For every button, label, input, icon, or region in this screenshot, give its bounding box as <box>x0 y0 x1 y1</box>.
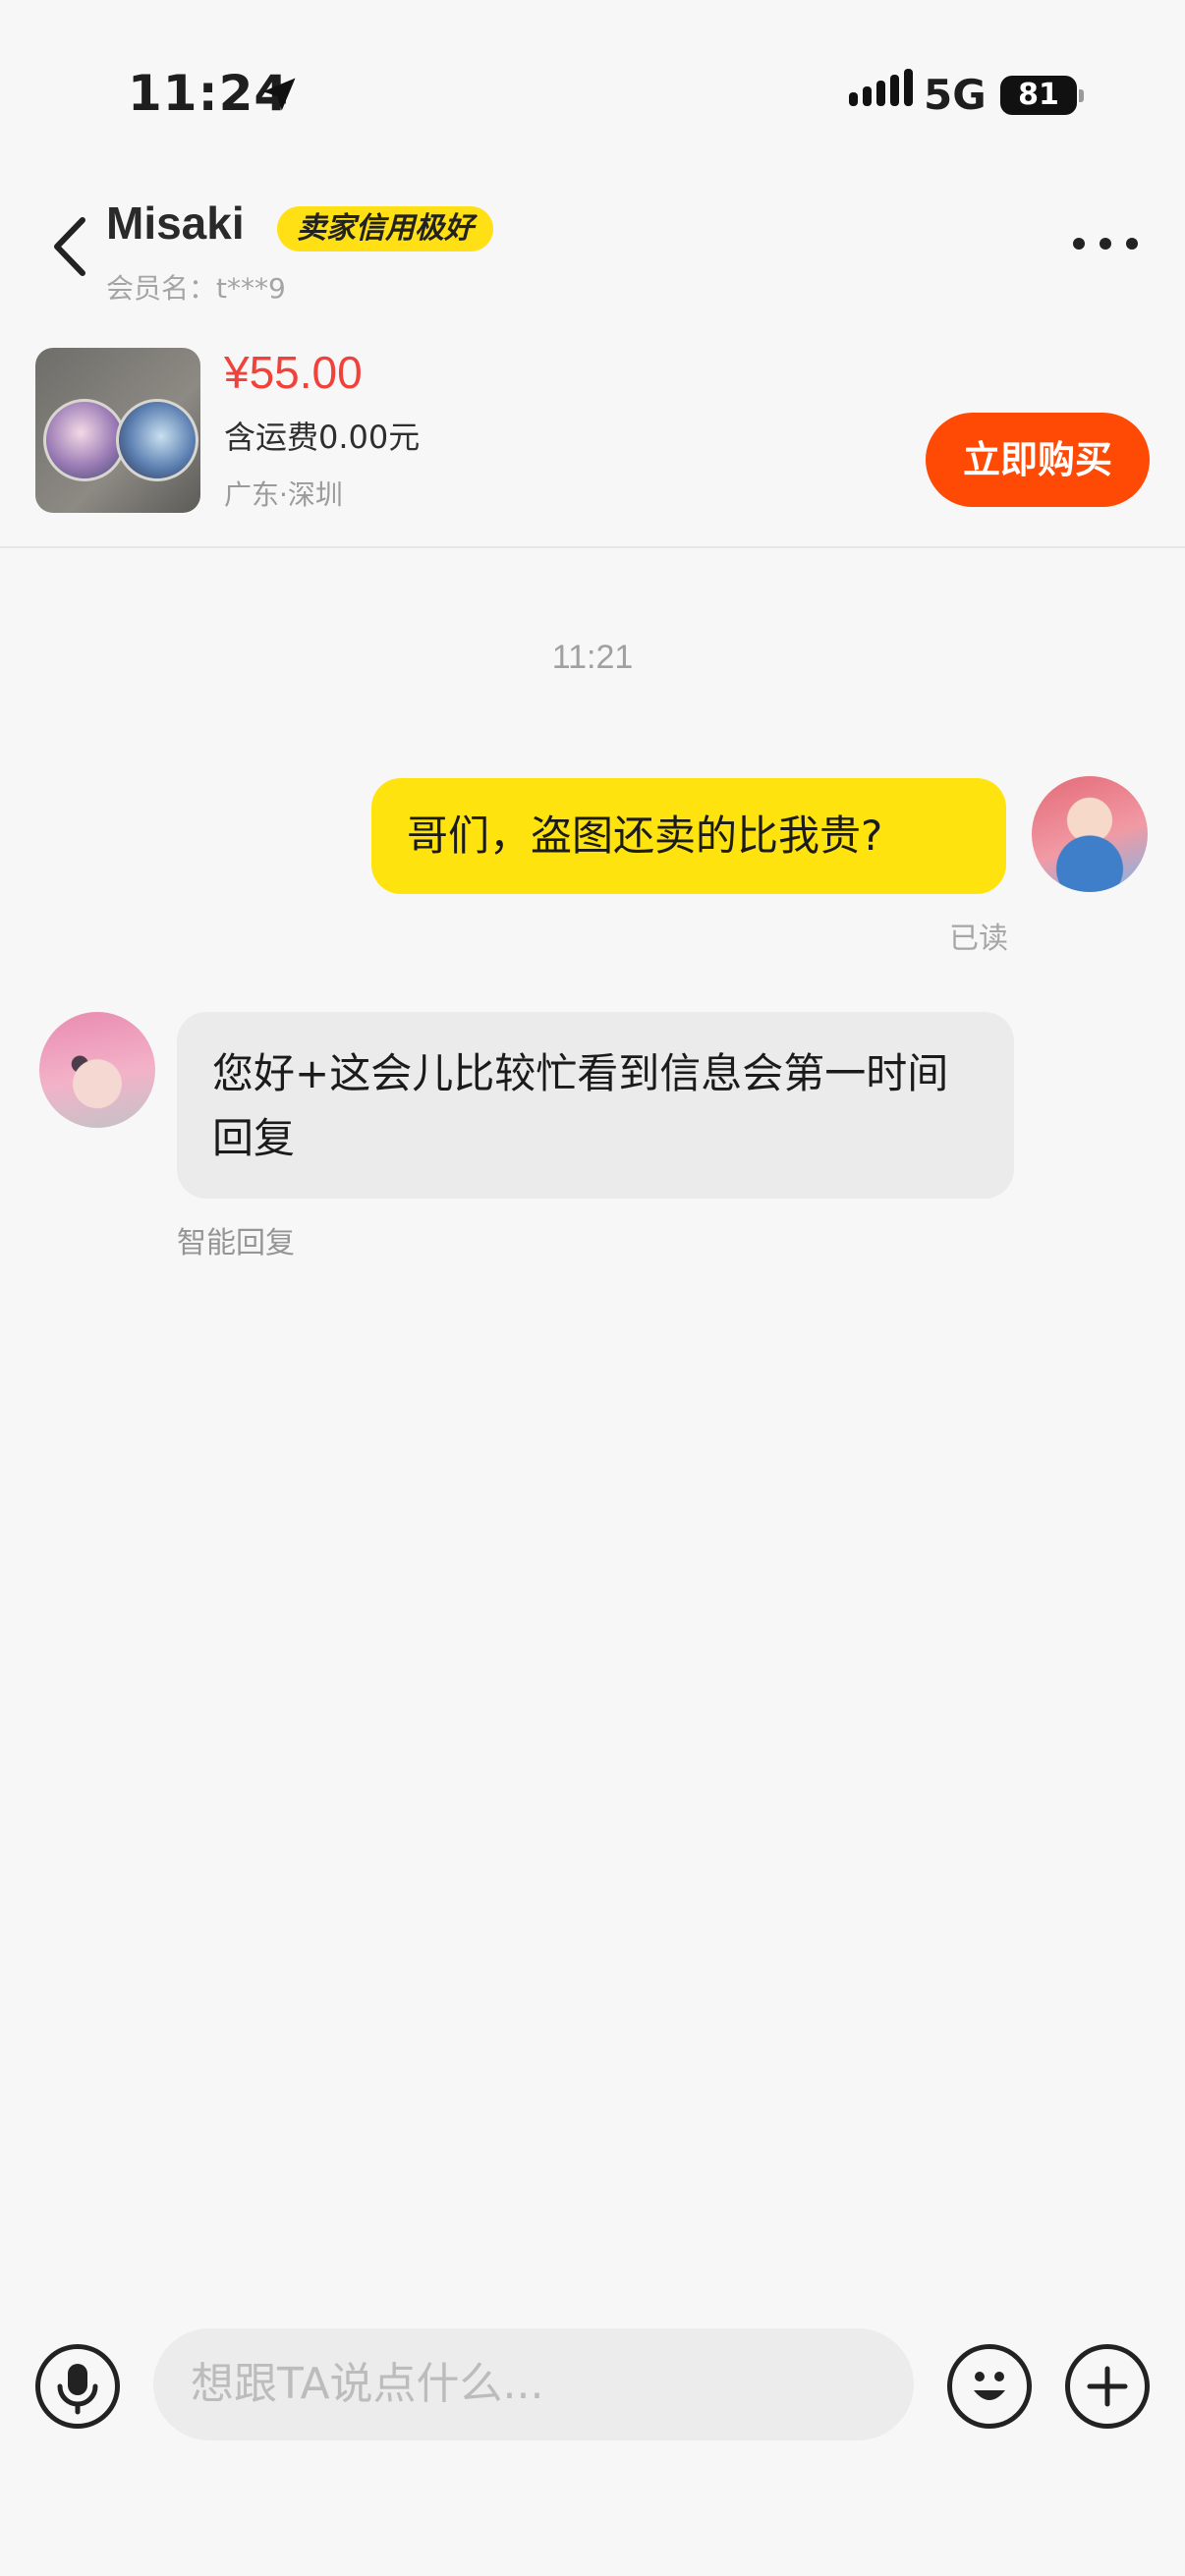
emoji-icon[interactable] <box>947 2344 1032 2429</box>
seller-avatar[interactable] <box>39 1012 155 1128</box>
member-name: 会员名：t***9 <box>106 272 286 305</box>
battery-icon: 81 <box>1000 76 1077 115</box>
incoming-message[interactable]: 您好+这会儿比较忙看到信息会第一时间回复 <box>177 1012 1014 1199</box>
network-type: 5G <box>924 71 987 119</box>
chat-title: Misaki <box>106 197 245 249</box>
read-status: 已读 <box>949 922 1008 956</box>
location-arrow-icon <box>262 78 296 111</box>
shipping-info: 含运费0.00元 <box>224 419 421 456</box>
message-input[interactable]: 想跟TA说点什么... <box>153 2328 914 2440</box>
battery-tip <box>1079 89 1084 102</box>
auto-reply-label: 智能回复 <box>177 1226 295 1260</box>
product-price: ¥55.00 <box>224 347 363 398</box>
product-location: 广东·深圳 <box>224 478 343 511</box>
plus-icon[interactable] <box>1065 2344 1150 2429</box>
buy-now-button[interactable]: 立即购买 <box>926 413 1150 507</box>
header-divider <box>0 546 1185 548</box>
seller-credit-badge: 卖家信用极好 <box>277 206 493 252</box>
outgoing-message[interactable]: 哥们，盗图还卖的比我贵? <box>371 778 1006 894</box>
product-thumbnail[interactable] <box>35 348 200 513</box>
my-avatar[interactable] <box>1032 776 1148 892</box>
more-icon[interactable] <box>1073 234 1138 253</box>
microphone-icon[interactable] <box>35 2344 120 2429</box>
message-timestamp: 11:21 <box>551 639 634 676</box>
back-icon[interactable] <box>43 212 98 281</box>
